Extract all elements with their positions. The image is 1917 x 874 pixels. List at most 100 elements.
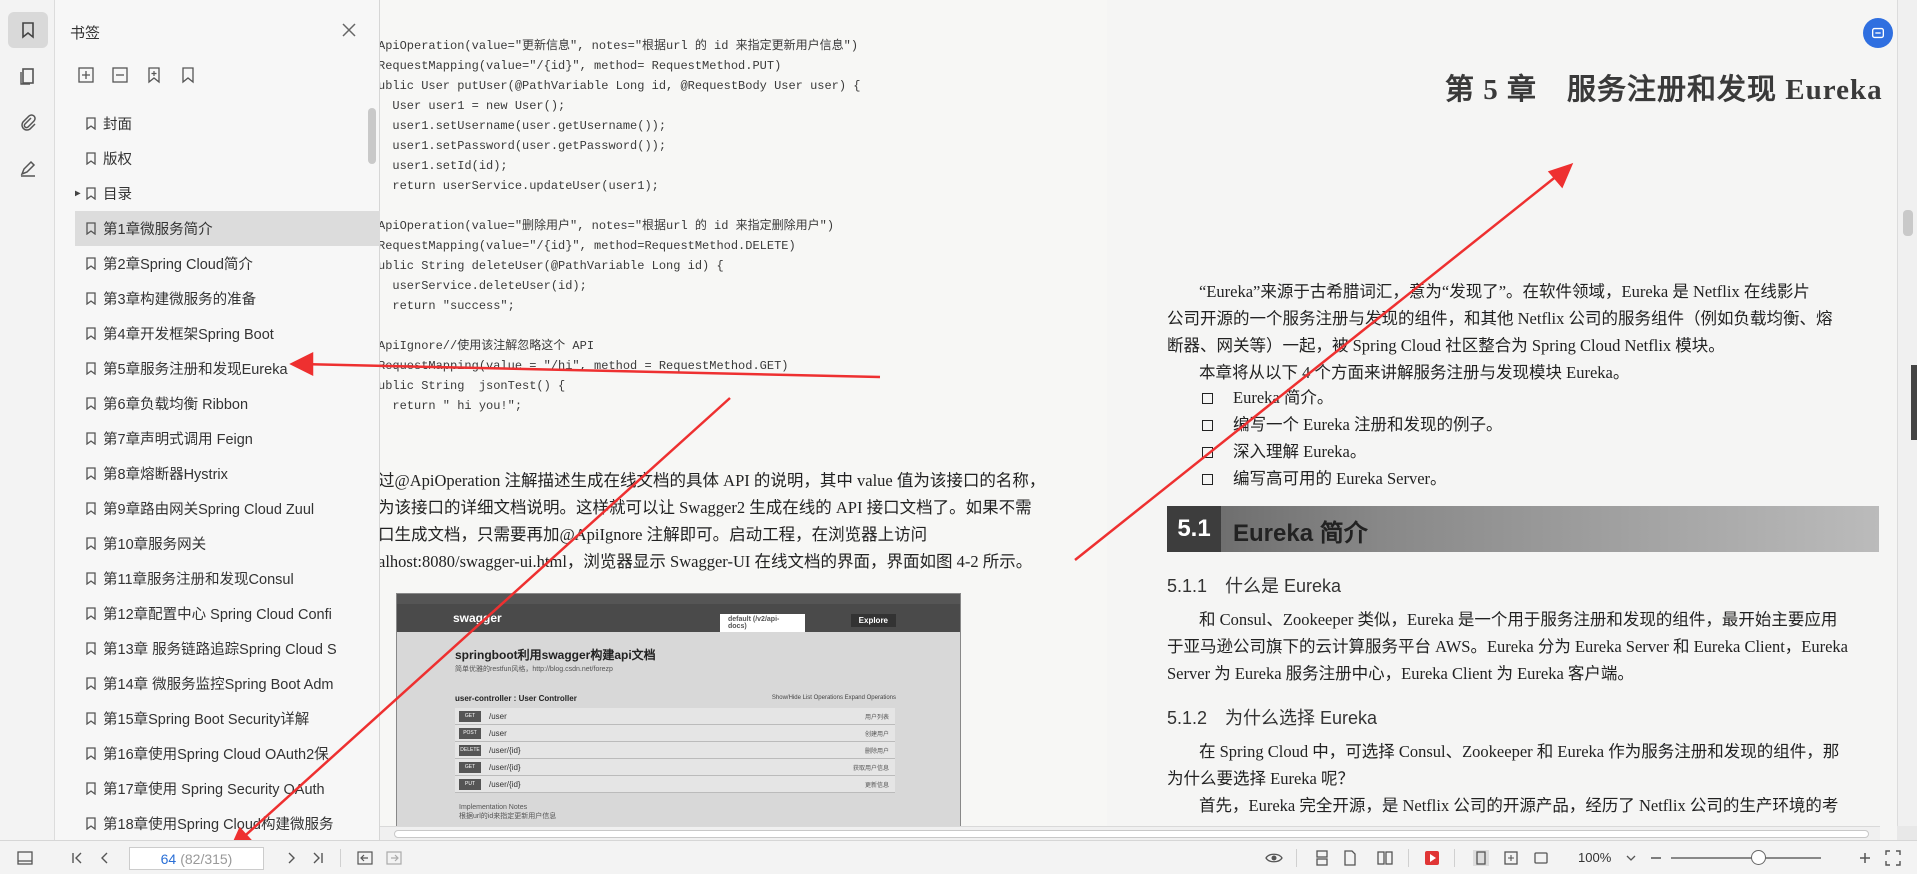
- http-method: GET: [459, 761, 481, 773]
- bookmark-item[interactable]: 第3章构建微服务的准备: [75, 281, 403, 316]
- text-line: 为什么要选择 Eureka 呢？: [1167, 769, 1354, 788]
- bookmark-icon: [22, 22, 34, 39]
- attachments-button[interactable]: [8, 104, 48, 140]
- sidebar-icon: [17, 851, 33, 865]
- bookmark-label: 第18章使用Spring Cloud构建微服务: [103, 817, 334, 833]
- horizontal-scrollbar[interactable]: [380, 826, 1880, 840]
- endpoint-desc: 更新信息: [864, 782, 889, 789]
- bookmark-item[interactable]: 第18章使用Spring Cloud构建微服务: [75, 806, 403, 841]
- endpoint-desc: 用户列表: [864, 714, 889, 721]
- toggle-sidebar-button[interactable]: [14, 848, 36, 868]
- bookmark-label: 第1章微服务简介: [103, 222, 213, 238]
- add-bookmark-button[interactable]: [143, 64, 165, 86]
- panel-scrollbar[interactable]: [368, 108, 376, 164]
- expand-caret-icon[interactable]: ▶: [75, 188, 81, 199]
- zoom-level[interactable]: 100%: [1578, 850, 1611, 865]
- bookmark-panel-button[interactable]: [8, 12, 48, 48]
- vertical-scroll-thumb[interactable]: [1903, 210, 1913, 236]
- signature-button[interactable]: [8, 150, 48, 186]
- bookmark-item[interactable]: 封面: [75, 106, 403, 141]
- bookmark-item[interactable]: 第9章路由网关Spring Cloud Zuul: [75, 491, 403, 526]
- page-number-input[interactable]: 64 (82/315): [129, 847, 264, 870]
- endpoint-path: /user/{id}: [489, 762, 521, 772]
- bookmark-item[interactable]: 第1章微服务简介: [75, 211, 403, 246]
- text-line: userService.deleteUser(id);: [380, 279, 587, 293]
- text-line: 公司开源的一个服务注册与发现的组件，和其他 Netflix 公司的服务组件（例如…: [1167, 309, 1833, 328]
- endpoint-path: /user: [489, 728, 507, 738]
- bookmark-icon: [86, 187, 96, 200]
- topic-list-item: 深入理解 Eureka。: [1202, 438, 1502, 465]
- zoom-in-button[interactable]: [1854, 848, 1876, 868]
- bookmark-label: 第12章配置中心 Spring Cloud Confi: [103, 607, 332, 623]
- double-page-button[interactable]: [1374, 848, 1396, 868]
- eye-protection-button[interactable]: [1263, 848, 1285, 868]
- zoom-out-button[interactable]: [1645, 848, 1667, 868]
- text-line: 在 Spring Cloud 中，可选择 Consul、Zookeeper 和 …: [1199, 742, 1840, 761]
- figure-endpoint-row: PUT/user/{id} 更新信息: [455, 776, 895, 793]
- toolbar-divider: [1408, 849, 1409, 867]
- subsection-1-text: 和 Consul、Zookeeper 类似，Eureka 是一个用于服务注册和发…: [1167, 606, 1848, 687]
- fit-width-button[interactable]: [1470, 848, 1492, 868]
- bookmark-label: 第2章Spring Cloud简介: [103, 257, 253, 273]
- first-page-button[interactable]: [66, 848, 88, 868]
- bookmark-item[interactable]: 版权: [75, 141, 403, 176]
- bookmark-item[interactable]: 第12章配置中心 Spring Cloud Confi: [75, 596, 403, 631]
- text-line: 口生成文档，只需要再加@ApiIgnore 注解即可。启动工程，在浏览器上访问: [380, 525, 928, 544]
- pages-icon: [20, 68, 34, 85]
- text-line: return "success";: [380, 299, 515, 313]
- bookmark-item[interactable]: 第13章 服务链路追踪Spring Cloud S: [75, 631, 403, 666]
- expand-all-button[interactable]: [75, 64, 97, 86]
- add-bookmark-icon: [148, 67, 160, 84]
- bookmark-item[interactable]: 第11章服务注册和发现Consul: [75, 561, 403, 596]
- zoom-dropdown[interactable]: [1620, 848, 1642, 868]
- zoom-slider[interactable]: [1671, 857, 1821, 859]
- actual-size-button[interactable]: [1530, 848, 1552, 868]
- checkbox-bullet-icon: [1202, 447, 1213, 458]
- figure-api-url: default (/v2/api-docs): [720, 614, 805, 632]
- close-icon[interactable]: [340, 21, 358, 39]
- bookmark-item[interactable]: 第15章Spring Boot Security详解: [75, 701, 403, 736]
- text-line: 过@ApiOperation 注解描述生成在线文档的具体 API 的说明，其中 …: [380, 471, 1046, 490]
- left-page: ApiOperation(value="更新信息", notes="根据url …: [380, 0, 1107, 840]
- next-page-button[interactable]: [280, 848, 302, 868]
- single-page-button[interactable]: [1339, 848, 1361, 868]
- bookmark-item[interactable]: 第6章负载均衡 Ribbon: [75, 386, 403, 421]
- pdf-reader-window: 书签 封面 版权 ▶ 目录 第1章微服务简介 第2章Spring Cloud简介 第3章构建…: [0, 0, 1917, 874]
- http-method: GET: [459, 710, 481, 722]
- bookmark-list: 封面 版权 ▶ 目录第1章微服务简介第2章Spring Cloud简介第3章构建微服务…: [75, 106, 403, 841]
- collapse-all-button[interactable]: [109, 64, 131, 86]
- paperclip-icon: [21, 114, 36, 131]
- bookmark-item[interactable]: 第14章 微服务监控Spring Boot Adm: [75, 666, 403, 701]
- bookmark-item[interactable]: 第2章Spring Cloud简介: [75, 246, 403, 281]
- text-line: return userService.updateUser(user1);: [380, 179, 659, 193]
- http-method: PUT: [459, 778, 481, 790]
- bookmark-item[interactable]: 第8章熔断器Hystrix: [75, 456, 403, 491]
- zoom-slider-knob[interactable]: [1751, 850, 1766, 865]
- continuous-view-button[interactable]: [1311, 848, 1333, 868]
- bookmark-item[interactable]: 第16章使用Spring Cloud OAuth2保: [75, 736, 403, 771]
- bookmark-item[interactable]: 第10章服务网关: [75, 526, 403, 561]
- endpoint-desc: 创建用户: [864, 731, 889, 738]
- back-button[interactable]: [354, 848, 376, 868]
- last-page-button[interactable]: [307, 848, 329, 868]
- bookmark-item[interactable]: 第17章使用 Spring Security OAuth: [75, 771, 403, 806]
- bookmark-label: 第17章使用 Spring Security OAuth: [103, 782, 325, 798]
- subsection-heading-2: 5.1.2 为什么选择 Eureka: [1167, 708, 1378, 728]
- chevron-right-icon: [288, 852, 295, 864]
- horizontal-scroll-thumb[interactable]: [394, 830, 1869, 838]
- bookmark-item[interactable]: 第5章服务注册和发现Eureka: [75, 351, 403, 386]
- slideshow-button[interactable]: [1421, 848, 1443, 868]
- thumbnails-button[interactable]: [8, 58, 48, 94]
- bookmark-item[interactable]: 第4章开发框架Spring Boot: [75, 316, 403, 351]
- previous-page-button[interactable]: [94, 848, 116, 868]
- bookmark-options-button[interactable]: [177, 64, 199, 86]
- bookmark-outline-icon: [182, 67, 194, 84]
- fullscreen-button[interactable]: [1882, 848, 1904, 868]
- forward-button[interactable]: [383, 848, 405, 868]
- bookmark-item[interactable]: ▶ 目录: [75, 176, 403, 211]
- fit-page-button[interactable]: [1500, 848, 1522, 868]
- vertical-scrollbar[interactable]: [1897, 0, 1917, 826]
- checkbox-bullet-icon: [1202, 393, 1213, 404]
- ai-assistant-button[interactable]: [1863, 18, 1893, 48]
- bookmark-item[interactable]: 第7章声明式调用 Feign: [75, 421, 403, 456]
